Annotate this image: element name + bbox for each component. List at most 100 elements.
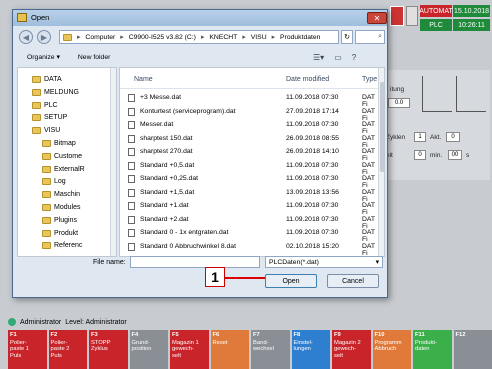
navigation-bar: ◀ ▶ ▸ Computer ▸ C9900-I525 v3.82 (C:) ▸ KNEC… bbox=[17, 29, 385, 47]
file-name: Standard +1.dat bbox=[140, 202, 189, 209]
file-row[interactable]: sharptest 270.dat 26.09.2018 14:10 DAT Fi bbox=[120, 146, 378, 162]
file-name-input[interactable] bbox=[130, 256, 260, 268]
back-icon[interactable]: ◀ bbox=[19, 30, 33, 44]
address-bar[interactable]: ▸ Computer ▸ C9900-I525 v3.82 (C:) ▸ KNECHT ▸ V… bbox=[59, 30, 339, 44]
forward-icon[interactable]: ▶ bbox=[37, 30, 51, 44]
file-date: 13.09.2018 13:56 bbox=[286, 188, 339, 196]
tree-item[interactable]: SETUP bbox=[32, 112, 67, 123]
dialog-titlebar[interactable]: Open ✕ bbox=[13, 10, 387, 26]
column-date-header[interactable]: Date modified bbox=[286, 76, 329, 83]
tree-item[interactable]: Produkt bbox=[42, 228, 78, 239]
file-row[interactable]: sharptest 150.dat 26.09.2018 08:55 DAT Fi bbox=[120, 133, 378, 149]
column-type-header[interactable]: Type bbox=[362, 76, 377, 83]
new-folder-button[interactable]: New folder bbox=[78, 54, 111, 61]
file-name: sharptest 150.dat bbox=[140, 134, 193, 142]
function-key-label: Programm Abbruch bbox=[374, 339, 402, 353]
file-row[interactable]: Standard 0 - 1x entgraten.dat 11.09.2018 … bbox=[120, 227, 378, 243]
tree-item[interactable]: Log bbox=[42, 176, 66, 187]
organize-button[interactable]: Organize ▾ bbox=[27, 53, 60, 61]
breadcrumb-item[interactable]: C9900-I525 v3.82 (C:) bbox=[129, 34, 196, 41]
file-row[interactable]: Standard 0 Abbruchwinkel 8.dat 02.10.2018… bbox=[120, 241, 378, 256]
tree-item[interactable]: Maschin bbox=[42, 189, 80, 200]
tree-item[interactable]: Referenc bbox=[42, 240, 82, 251]
function-key-label: Polier- paste 2 Puls bbox=[50, 339, 70, 359]
callout-pointer-line bbox=[225, 277, 265, 279]
tree-item[interactable]: ExternalR bbox=[42, 164, 85, 175]
preview-pane-icon[interactable]: ▭ bbox=[334, 53, 342, 62]
time-display: 10:26:11 bbox=[453, 19, 490, 31]
file-name: Standard 0 - 1x entgraten.dat bbox=[140, 229, 229, 236]
function-key-f2[interactable]: F2 Polier- paste 2 Puls bbox=[48, 330, 87, 369]
folder-icon bbox=[42, 140, 51, 147]
tree-item[interactable]: VISU bbox=[32, 125, 60, 136]
folder-icon bbox=[42, 229, 51, 237]
function-key-code: F1 bbox=[10, 332, 17, 338]
tree-item[interactable]: Plugins bbox=[42, 215, 77, 226]
search-input[interactable]: ⌕ bbox=[355, 30, 385, 44]
breadcrumb-separator-icon: ▸ bbox=[242, 34, 246, 41]
view-options-icon[interactable]: ☰▾ bbox=[313, 53, 324, 62]
file-date: 11.09.2018 07:30 bbox=[286, 229, 339, 236]
tree-item[interactable]: Bitmap bbox=[42, 138, 76, 149]
folder-icon bbox=[32, 127, 41, 135]
help-icon[interactable]: ? bbox=[352, 53, 356, 62]
function-key-f9[interactable]: F9 Magazin 2 gewech- selt bbox=[332, 330, 371, 369]
tree-item-label: Modules bbox=[54, 204, 81, 211]
file-name: Standard 0 Abbruchwinkel 8.dat bbox=[140, 242, 236, 250]
file-row[interactable]: Standard +0,5.dat 11.09.2018 07:30 DAT Fi bbox=[120, 160, 378, 176]
file-date: 26.09.2018 14:10 bbox=[286, 148, 339, 155]
tree-item[interactable]: Modules bbox=[42, 202, 80, 213]
cancel-button[interactable]: Cancel bbox=[327, 274, 379, 288]
file-row[interactable]: +3 Messe.dat 11.09.2018 07:30 DAT Fi bbox=[120, 92, 378, 108]
file-list-scrollbar[interactable] bbox=[378, 68, 384, 256]
function-key-f11[interactable]: F11 Produkt- daten bbox=[413, 330, 452, 369]
tree-item[interactable]: PLC bbox=[32, 100, 58, 111]
user-icon bbox=[8, 318, 16, 326]
dat-file-icon bbox=[128, 188, 135, 197]
dat-file-icon bbox=[128, 148, 135, 156]
file-type-select[interactable]: PLCDaten(*.dat) ▾ bbox=[265, 256, 383, 268]
refresh-icon[interactable]: ↻ bbox=[341, 30, 353, 44]
function-key-code: F4 bbox=[131, 332, 139, 338]
file-row[interactable]: Messer.dat 11.09.2018 07:30 DAT Fi bbox=[120, 119, 378, 135]
breadcrumb-item[interactable]: VISU bbox=[251, 34, 267, 41]
function-key-code: F10 bbox=[374, 332, 385, 338]
function-key-f7[interactable]: F7 Band- wechsel bbox=[251, 330, 290, 369]
file-row[interactable]: Standard +0,25.dat 11.09.2018 07:30 DAT Fi bbox=[120, 173, 378, 189]
function-key-f8[interactable]: F8 Einstel- lungen bbox=[291, 330, 330, 369]
breadcrumb-item[interactable]: Produktdaten bbox=[280, 34, 320, 41]
dat-file-icon bbox=[128, 242, 135, 251]
tree-item[interactable]: DATA bbox=[32, 74, 62, 85]
function-key-code: F7 bbox=[253, 332, 260, 338]
function-key-f5[interactable]: F5 Magazin 1 gewech- selt bbox=[170, 330, 209, 369]
dat-file-icon bbox=[128, 134, 135, 143]
tree-item-label: PLC bbox=[44, 101, 58, 109]
min-label: min. bbox=[430, 152, 443, 159]
function-key-f6[interactable]: F6 Reset bbox=[210, 330, 249, 369]
function-key-bar: F1 Polier- paste 1 Puls F2 Polier- paste 2 … bbox=[8, 330, 492, 369]
file-date: 26.09.2018 08:55 bbox=[286, 134, 339, 142]
status-panel: AUTOMAT 15.10.2018 PLC 10:26:11 bbox=[390, 4, 490, 34]
function-key-code: F8 bbox=[293, 332, 301, 338]
file-row[interactable]: Standard +2.dat 11.09.2018 07:30 DAT Fi bbox=[120, 214, 378, 230]
file-date: 11.09.2018 07:30 bbox=[286, 161, 339, 169]
file-row[interactable]: Standard +1.dat 11.09.2018 07:30 DAT Fi bbox=[120, 200, 378, 216]
file-name: Standard +2.dat bbox=[140, 215, 189, 223]
dat-file-icon bbox=[128, 215, 135, 224]
open-file-dialog: Open ✕ ◀ ▶ ▸ Computer ▸ C9900-I525 v3.82 (C… bbox=[12, 9, 388, 298]
file-row[interactable]: Standard +1,5.dat 13.09.2018 13:56 DAT Fi bbox=[120, 187, 378, 203]
close-button[interactable]: ✕ bbox=[367, 12, 387, 24]
tree-item[interactable]: Custome bbox=[42, 151, 82, 162]
tree-item[interactable]: MELDUNG bbox=[32, 87, 79, 98]
open-button[interactable]: Open bbox=[265, 274, 317, 288]
column-name-header[interactable]: Name bbox=[134, 76, 153, 83]
tree-scrollbar[interactable] bbox=[110, 68, 116, 256]
file-row[interactable]: Konturtest (serviceprogram).dat 27.09.201… bbox=[120, 106, 378, 122]
function-key-f4[interactable]: F4 Grund- position bbox=[129, 330, 168, 369]
function-key-f1[interactable]: F1 Polier- paste 1 Puls bbox=[8, 330, 47, 369]
function-key-f12[interactable]: F12 bbox=[453, 330, 492, 369]
breadcrumb-item[interactable]: KNECHT bbox=[209, 34, 237, 41]
function-key-f10[interactable]: F10 Programm Abbruch bbox=[372, 330, 411, 369]
breadcrumb-item[interactable]: Computer bbox=[85, 34, 115, 41]
function-key-f3[interactable]: F3 STOPP Zyklus bbox=[89, 330, 128, 369]
